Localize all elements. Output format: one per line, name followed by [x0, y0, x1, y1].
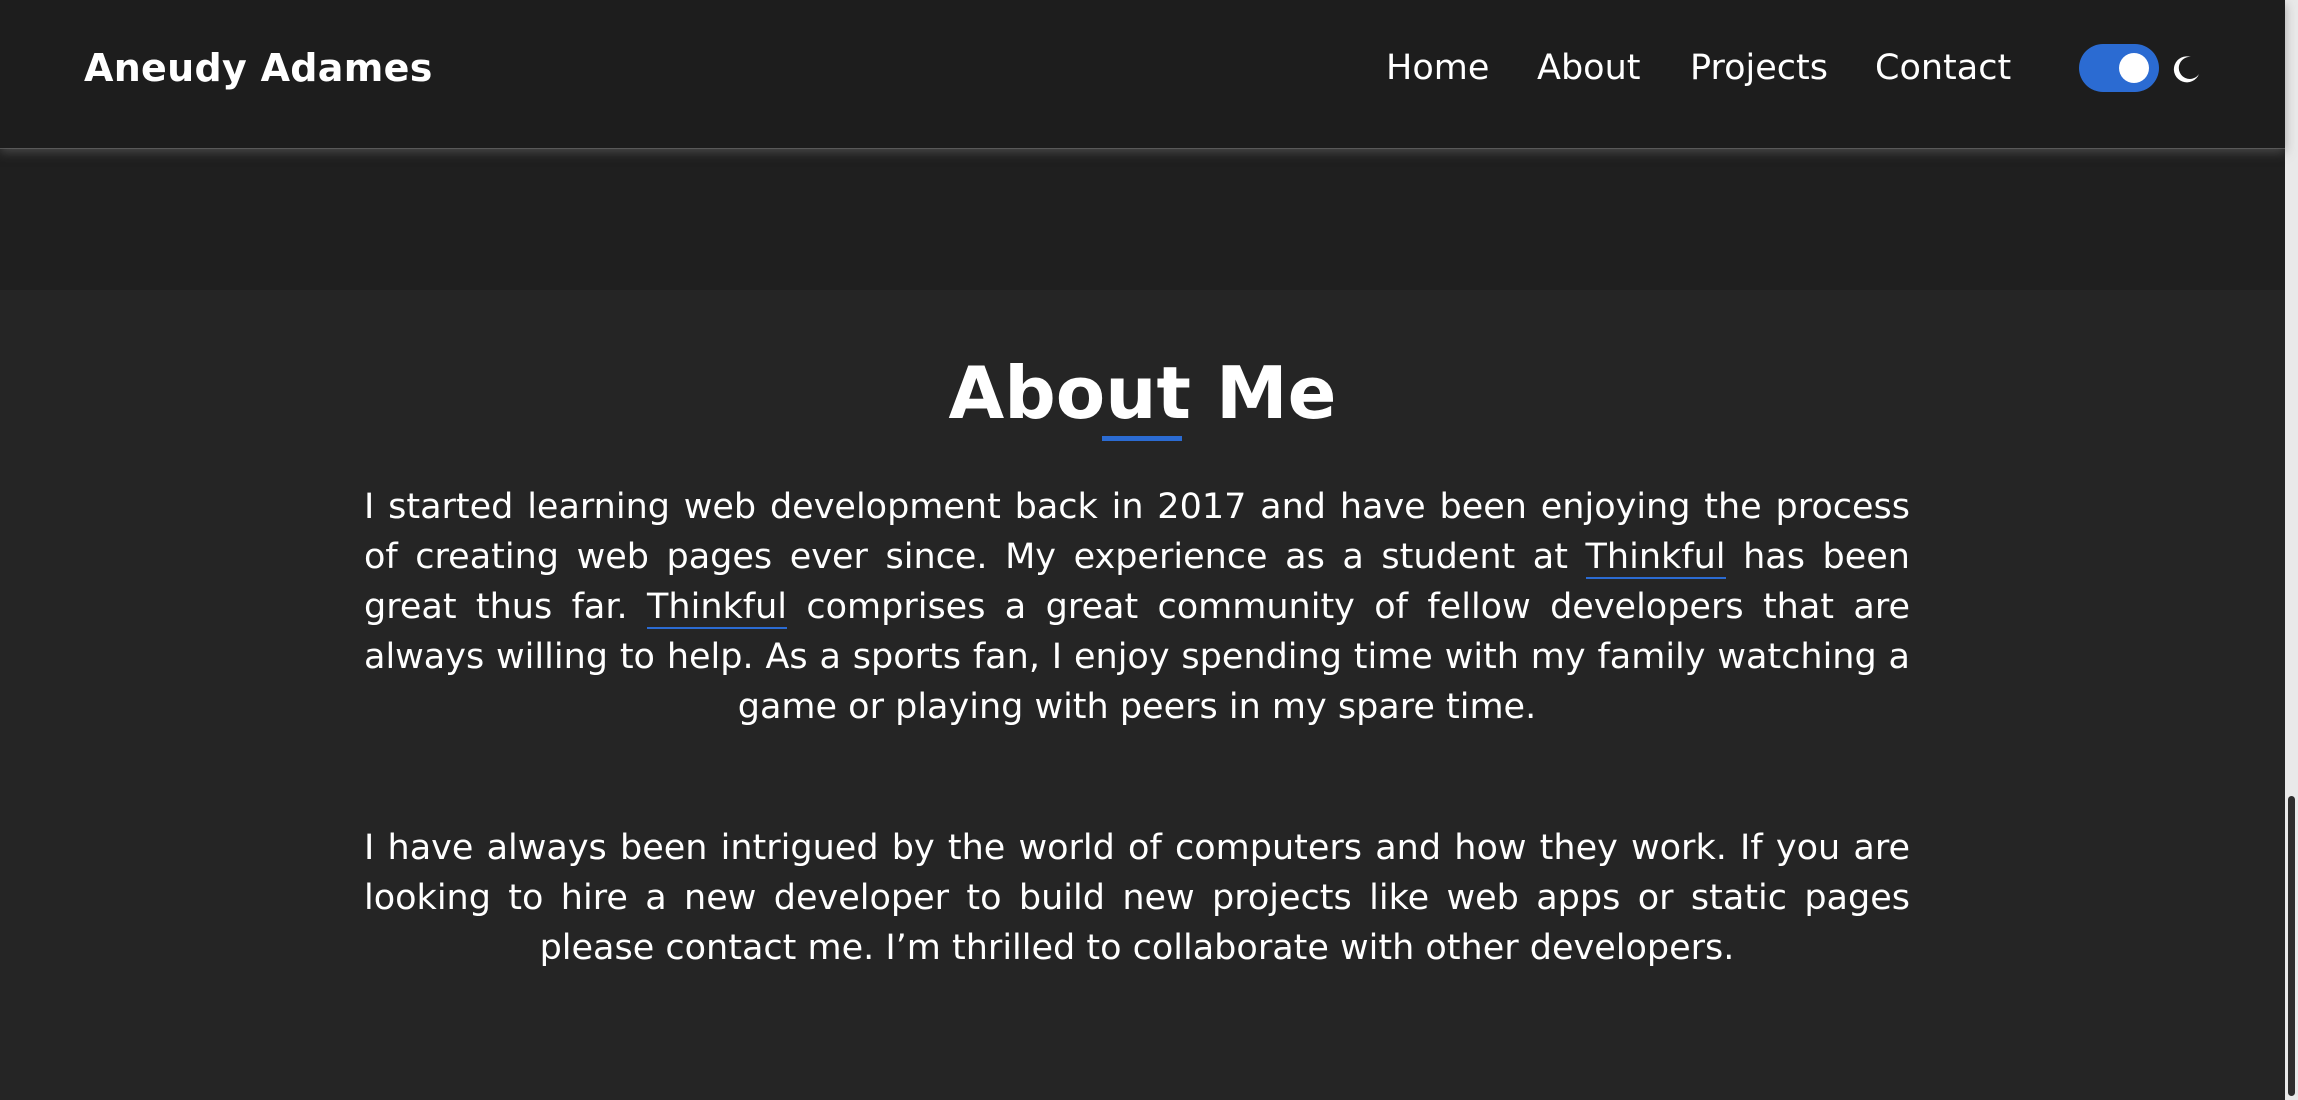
toggle-knob — [2119, 53, 2149, 83]
scrollbar-thumb[interactable] — [2288, 796, 2295, 1096]
nav-link-contact[interactable]: Contact — [1875, 48, 2011, 88]
header-spacer-band — [0, 148, 2285, 290]
thinkful-link-1[interactable]: Thinkful — [1585, 537, 1726, 579]
theme-toggle-switch[interactable] — [2079, 44, 2159, 92]
about-paragraph-2: I have always been intrigued by the worl… — [364, 828, 1910, 968]
nav-link-home[interactable]: Home — [1386, 48, 1489, 88]
nav-link-about[interactable]: About — [1537, 48, 1640, 88]
nav-link-projects[interactable]: Projects — [1690, 48, 1828, 88]
navbar: Aneudy Adames Home About Projects Contac… — [0, 0, 2285, 148]
brand-logo-link[interactable]: Aneudy Adames — [84, 46, 433, 90]
page: Aneudy Adames Home About Projects Contac… — [0, 0, 2298, 1100]
title-underline — [1102, 436, 1182, 441]
about-section: About Me I started learning web developm… — [0, 290, 2285, 1100]
thinkful-link-2[interactable]: Thinkful — [647, 587, 787, 629]
moon-icon — [2173, 56, 2199, 83]
about-title: About Me — [948, 351, 1337, 435]
about-paragraph-1: I started learning web development back … — [364, 482, 1910, 732]
